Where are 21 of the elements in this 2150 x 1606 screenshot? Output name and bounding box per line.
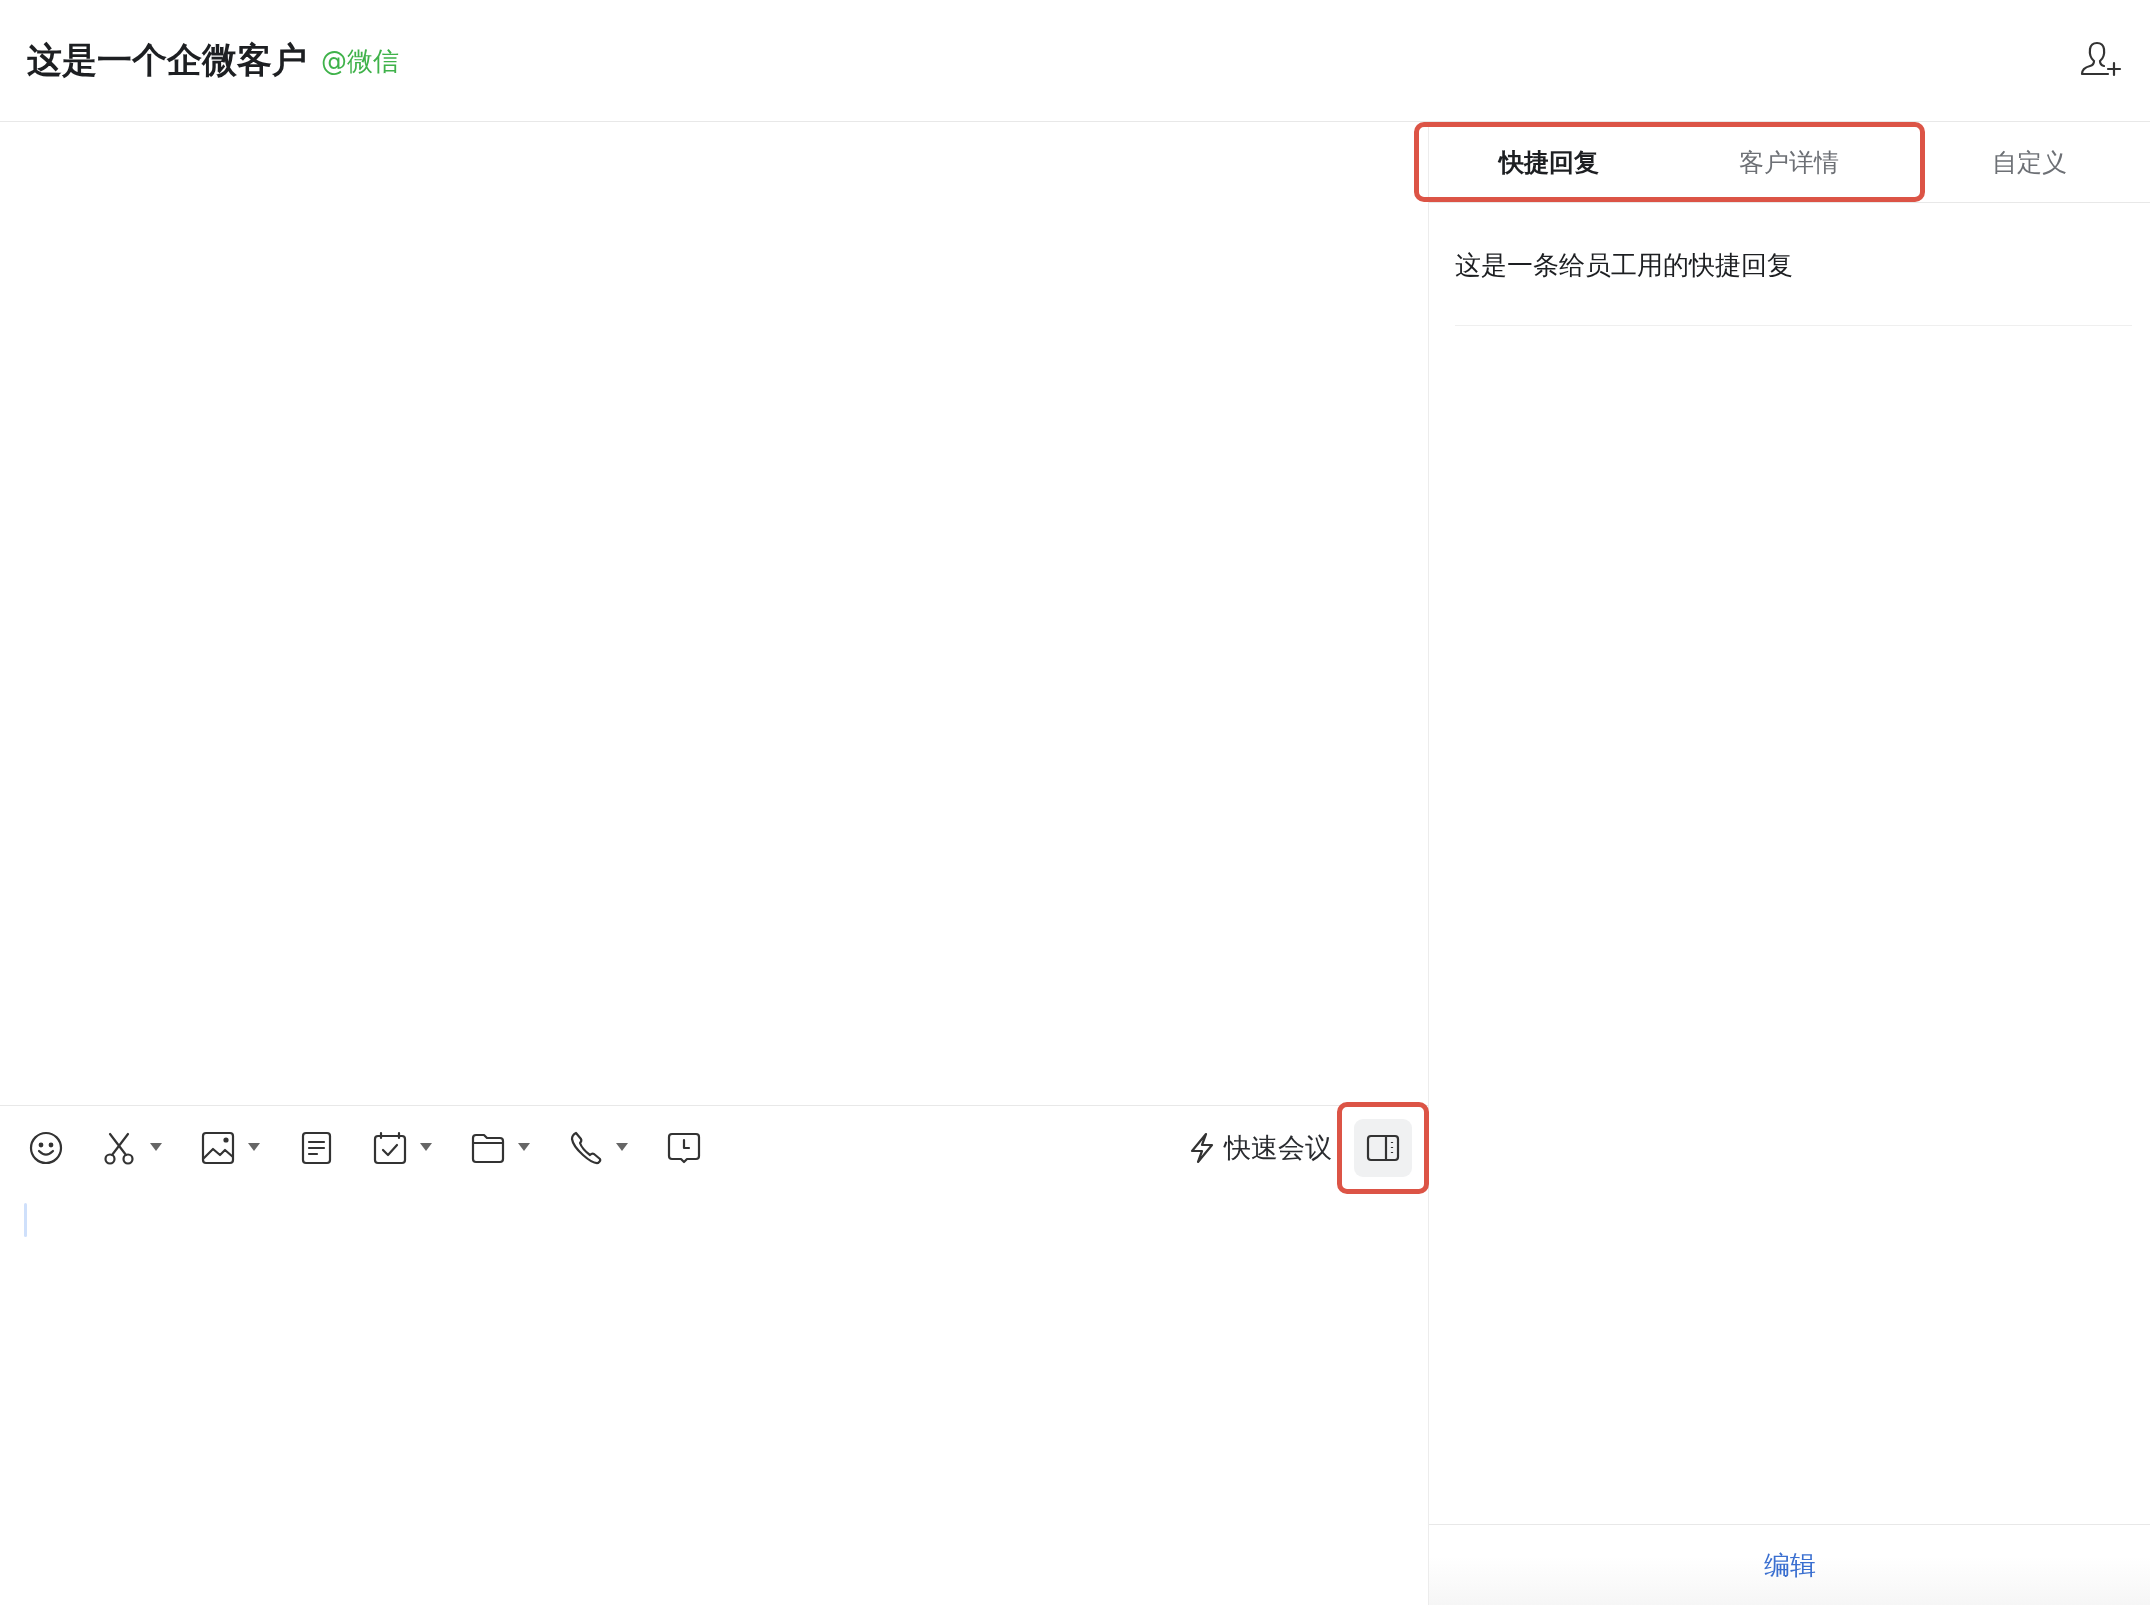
dropdown-caret-icon[interactable] bbox=[518, 1143, 530, 1152]
edit-button[interactable]: 编辑 bbox=[1763, 1547, 1816, 1583]
chat-title: 这是一个企微客户 bbox=[27, 39, 307, 82]
dropdown-caret-icon[interactable] bbox=[150, 1143, 162, 1152]
image-icon[interactable] bbox=[200, 1129, 236, 1166]
dropdown-caret-icon[interactable] bbox=[420, 1143, 432, 1152]
phone-icon[interactable] bbox=[568, 1129, 604, 1166]
side-panel-toggle-button[interactable] bbox=[1354, 1118, 1412, 1177]
quick-meeting-button[interactable]: 快速会议 bbox=[1188, 1129, 1332, 1166]
panel-tab[interactable]: 快捷回复 bbox=[1429, 122, 1670, 202]
calendar-check-icon[interactable] bbox=[372, 1129, 408, 1166]
split-panel-icon bbox=[1366, 1132, 1400, 1163]
lightning-icon bbox=[1188, 1131, 1216, 1164]
panel-tab[interactable]: 自定义 bbox=[1909, 122, 2150, 202]
source-label: @微信 bbox=[321, 45, 399, 78]
quick-reply-item[interactable]: 这是一条给员工用的快捷回复 bbox=[1455, 203, 2132, 326]
dropdown-caret-icon[interactable] bbox=[616, 1143, 628, 1152]
dropdown-caret-icon[interactable] bbox=[248, 1143, 260, 1152]
add-person-icon[interactable] bbox=[2080, 40, 2124, 77]
smiley-icon[interactable] bbox=[28, 1129, 64, 1166]
panel-tab[interactable]: 客户详情 bbox=[1669, 122, 1910, 202]
